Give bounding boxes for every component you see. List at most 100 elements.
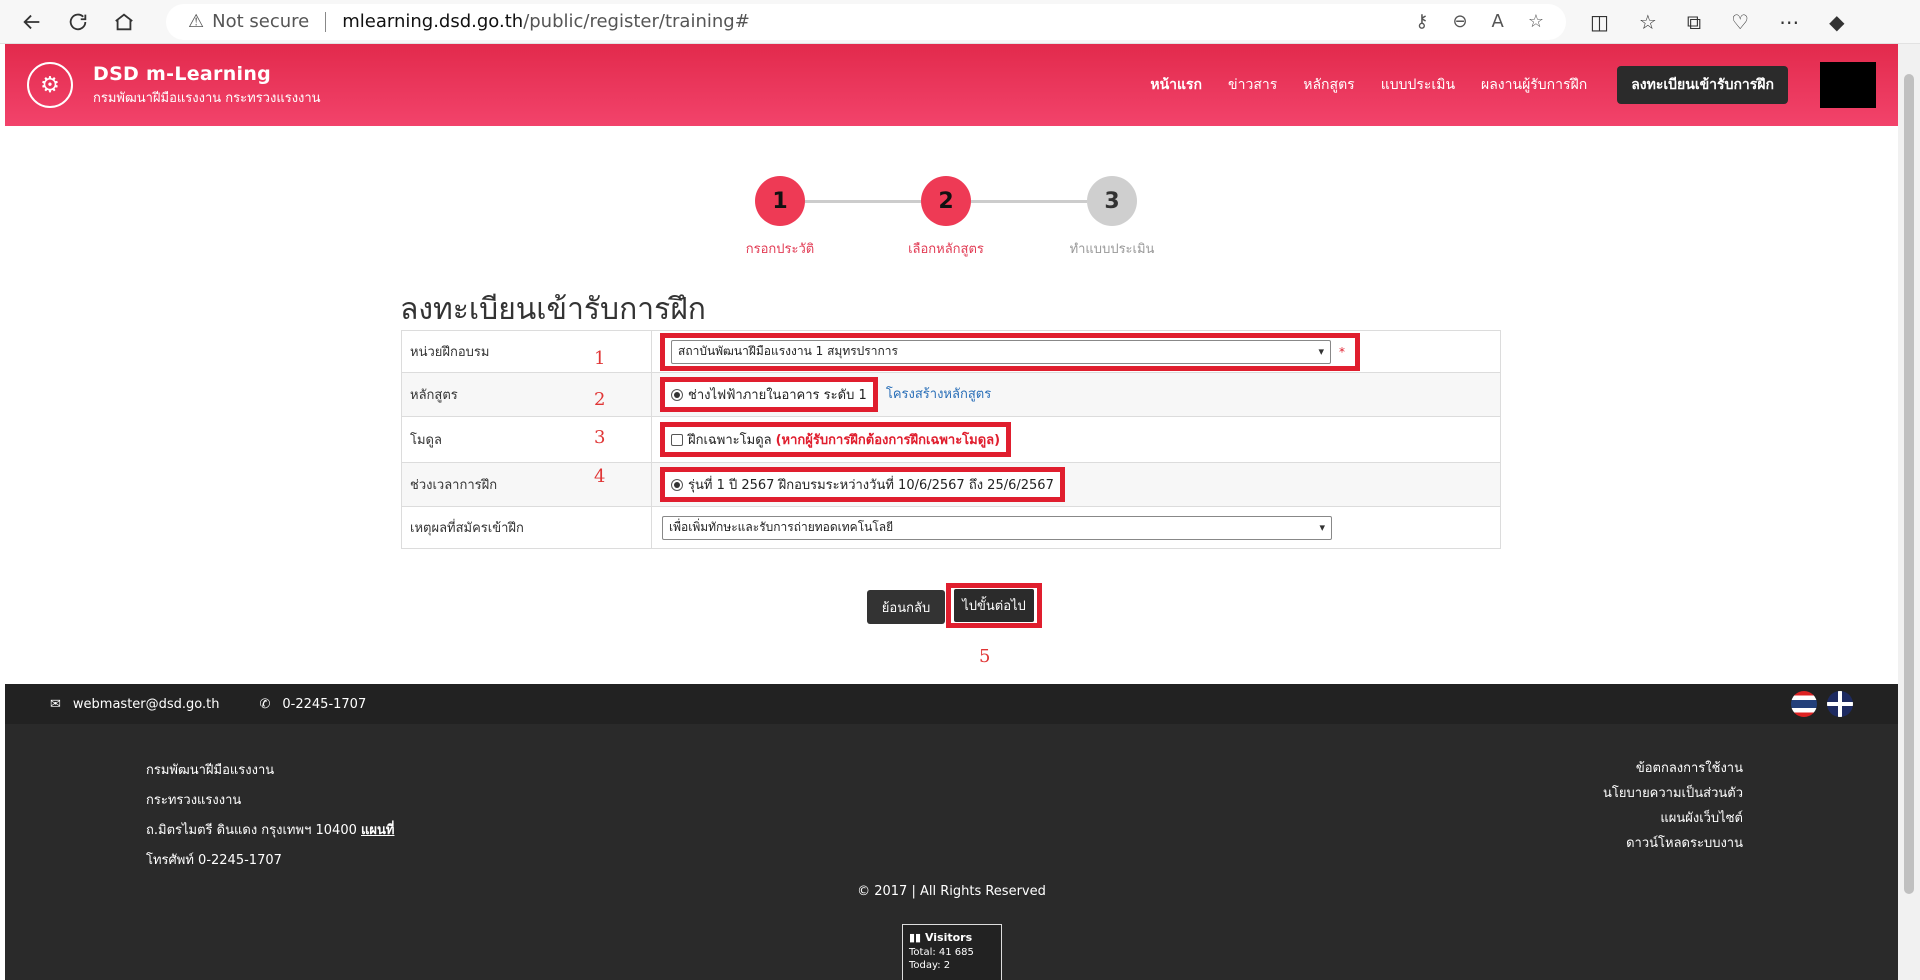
map-link[interactable]: แผนที่ — [361, 823, 394, 838]
course-value[interactable]: ช่างไฟฟ้าภายในอาคาร ระดับ 1 — [688, 384, 867, 405]
course-structure-link[interactable]: โครงสร้างหลักสูตร — [886, 387, 991, 402]
more-options-icon[interactable]: ⋯ — [1779, 10, 1799, 34]
module-value[interactable]: ฝึกเฉพาะโมดูล — [688, 429, 772, 450]
address-icons: ⚷ ⊖ A ☆ — [1415, 11, 1544, 32]
annotation-4: 4 — [594, 466, 606, 487]
step-3-circle: 3 — [1087, 176, 1137, 226]
course-highlight: ช่างไฟฟ้าภายในอาคาร ระดับ 1 — [660, 377, 878, 412]
footer-email[interactable]: ✉ webmaster@dsd.go.th — [50, 697, 220, 712]
module-checkbox[interactable] — [671, 433, 683, 446]
health-icon[interactable]: ♡ — [1731, 10, 1749, 34]
address-bar[interactable]: ⚠ Not secure mlearning.dsd.go.th /public… — [166, 3, 1566, 40]
visitors-total: Total: 41 685 — [909, 947, 974, 958]
address-separator — [325, 11, 327, 32]
footer-phone-line: โทรศัพท์ 0-2245-1707 — [146, 853, 282, 868]
period-cell: รุ่นที่ 1 ปี 2567 ฝึกอบรมระหว่างวันที่ 1… — [651, 462, 1501, 507]
avatar[interactable] — [1820, 62, 1876, 108]
footer-street-text: ถ.มิตรไมตรี ดินแดง กรุงเทพฯ 10400 — [146, 823, 357, 838]
reason-select[interactable]: เพื่อเพิ่มทักษะและรับการถ่ายทอดเทคโนโลยี… — [662, 515, 1332, 540]
next-highlight: ไปขั้นต่อไป — [946, 583, 1042, 628]
menu-news[interactable]: ข่าวสาร — [1228, 74, 1277, 96]
step-2-label: เลือกหลักสูตร — [908, 242, 984, 257]
training-unit-select[interactable]: สถาบันพัฒนาฝีมือแรงงาน 1 สมุทรปราการ ▾ — [671, 339, 1331, 364]
brand-title[interactable]: DSD m-Learning — [93, 63, 321, 85]
read-aloud-icon[interactable]: A — [1492, 11, 1504, 32]
copilot-icon[interactable]: ◆ — [1829, 10, 1844, 34]
module-highlight: ฝึกเฉพาะโมดูล (หากผู้รับการฝึกต้องการฝึก… — [660, 422, 1012, 457]
step-1-label: กรอกประวัติ — [745, 242, 815, 257]
step-3-label: ทำแบบประเมิน — [1069, 242, 1155, 257]
page-title: ลงทะเบียนเข้ารับการฝึก — [400, 292, 706, 327]
course-label: หลักสูตร — [401, 372, 652, 417]
progress-steps: 1 กรอกประวัติ 2 เลือกหลักสูตร 3 ทำแบบประ… — [746, 176, 1155, 257]
step-3: 3 ทำแบบประเมิน — [1070, 176, 1154, 257]
annotation-2: 2 — [594, 389, 606, 410]
footer: กรมพัฒนาฝีมือแรงงาน กระทรวงแรงงาน ถ.มิตร… — [5, 724, 1898, 980]
back-arrow-icon[interactable] — [14, 4, 50, 40]
step-connector — [971, 200, 1087, 203]
url-path: /public/register/training# — [523, 11, 750, 32]
form-row-course: หลักสูตร ช่างไฟฟ้าภายในอาคาร ระดับ 1 โคร… — [401, 372, 1501, 417]
footer-link-privacy[interactable]: นโยบายความเป็นส่วนตัว — [1603, 781, 1743, 806]
step-1: 1 กรอกประวัติ — [746, 176, 814, 257]
footer-link-download[interactable]: ดาวน์โหลดระบบงาน — [1603, 831, 1743, 856]
footer-email-text[interactable]: webmaster@dsd.go.th — [73, 697, 220, 712]
menu-courses[interactable]: หลักสูตร — [1303, 74, 1354, 96]
phone-icon: ✆ — [259, 696, 271, 712]
form-row-module: โมดูล ฝึกเฉพาะโมดูล (หากผู้รับการฝึกต้อง… — [401, 416, 1501, 463]
period-value[interactable]: รุ่นที่ 1 ปี 2567 ฝึกอบรมระหว่างวันที่ 1… — [688, 474, 1054, 495]
reason-cell: เพื่อเพิ่มทักษะและรับการถ่ายทอดเทคโนโลยี… — [651, 506, 1501, 549]
course-cell: ช่างไฟฟ้าภายในอาคาร ระดับ 1 โครงสร้างหลั… — [651, 372, 1501, 417]
visitors-title: ▮▮ Visitors — [909, 931, 995, 944]
favorite-star-icon[interactable]: ☆ — [1528, 11, 1544, 32]
scrollbar-thumb[interactable] — [1904, 74, 1914, 894]
language-flags — [1791, 691, 1853, 717]
next-step-button[interactable]: ไปขั้นต่อไป — [954, 589, 1034, 622]
mail-icon: ✉ — [50, 696, 61, 712]
footer-link-terms[interactable]: ข้อตกลงการใช้งาน — [1603, 756, 1743, 781]
footer-link-sitemap[interactable]: แผนผังเว็บไซต์ — [1603, 806, 1743, 831]
split-screen-icon[interactable]: ◫ — [1590, 10, 1609, 34]
annotation-3: 3 — [594, 427, 606, 448]
footer-address: กรมพัฒนาฝีมือแรงงาน กระทรวงแรงงาน ถ.มิตร… — [146, 756, 394, 876]
zoom-out-icon[interactable]: ⊖ — [1452, 11, 1467, 32]
footer-contact-bar: ✉ webmaster@dsd.go.th ✆ 0-2245-1707 — [5, 684, 1898, 724]
annotation-5: 5 — [979, 646, 991, 667]
home-icon[interactable] — [106, 4, 142, 40]
collections-icon[interactable]: ⧉ — [1687, 10, 1701, 34]
required-mark: * — [1339, 344, 1345, 359]
registration-form: หน่วยฝึกอบรม สถาบันพัฒนาฝีมือแรงงาน 1 สม… — [401, 330, 1501, 549]
period-radio[interactable] — [671, 478, 683, 491]
dsd-logo-icon[interactable]: ⚙ — [27, 62, 73, 108]
key-icon[interactable]: ⚷ — [1415, 11, 1428, 32]
thai-flag-icon[interactable] — [1791, 691, 1817, 717]
site-header: ⚙ DSD m-Learning กรมพัฒนาฝีมือแรงงาน กระ… — [5, 44, 1898, 126]
security-warning[interactable]: ⚠ Not secure — [188, 11, 309, 32]
visitors-title-text: Visitors — [924, 931, 973, 944]
english-flag-icon[interactable] — [1827, 691, 1853, 717]
menu-assessment[interactable]: แบบประเมิน — [1381, 74, 1455, 96]
step-2: 2 เลือกหลักสูตร — [908, 176, 984, 257]
visitors-today: Today: 2 — [909, 960, 951, 971]
bar-chart-icon: ▮▮ — [909, 931, 922, 944]
browser-toolbar: ⚠ Not secure mlearning.dsd.go.th /public… — [0, 0, 1920, 44]
menu-home[interactable]: หน้าแรก — [1150, 74, 1202, 96]
url-host: mlearning.dsd.go.th — [342, 11, 524, 32]
refresh-icon[interactable] — [60, 4, 96, 40]
back-button[interactable]: ย้อนกลับ — [867, 590, 945, 624]
register-button[interactable]: ลงทะเบียนเข้ารับการฝึก — [1617, 66, 1788, 104]
chevron-down-icon: ▾ — [1318, 345, 1324, 358]
favorites-icon[interactable]: ☆ — [1639, 10, 1657, 34]
unit-cell: สถาบันพัฒนาฝีมือแรงงาน 1 สมุทรปราการ ▾ * — [651, 330, 1501, 373]
form-row-unit: หน่วยฝึกอบรม สถาบันพัฒนาฝีมือแรงงาน 1 สม… — [401, 330, 1501, 373]
menu-trainee-works[interactable]: ผลงานผู้รับการฝึก — [1481, 74, 1587, 96]
module-label: โมดูล — [401, 416, 652, 463]
training-unit-value: สถาบันพัฒนาฝีมือแรงงาน 1 สมุทรปราการ — [678, 344, 898, 358]
course-radio[interactable] — [671, 388, 683, 401]
module-cell: ฝึกเฉพาะโมดูล (หากผู้รับการฝึกต้องการฝึก… — [651, 416, 1501, 463]
step-connector — [805, 200, 921, 203]
page-scrollbar[interactable] — [1898, 44, 1920, 980]
brand: DSD m-Learning กรมพัฒนาฝีมือแรงงาน กระทร… — [93, 63, 321, 108]
footer-links: ข้อตกลงการใช้งาน นโยบายความเป็นส่วนตัว แ… — [1603, 756, 1743, 856]
visitors-counter: ▮▮ Visitors Total: 41 685 Today: 2 — [902, 924, 1002, 980]
